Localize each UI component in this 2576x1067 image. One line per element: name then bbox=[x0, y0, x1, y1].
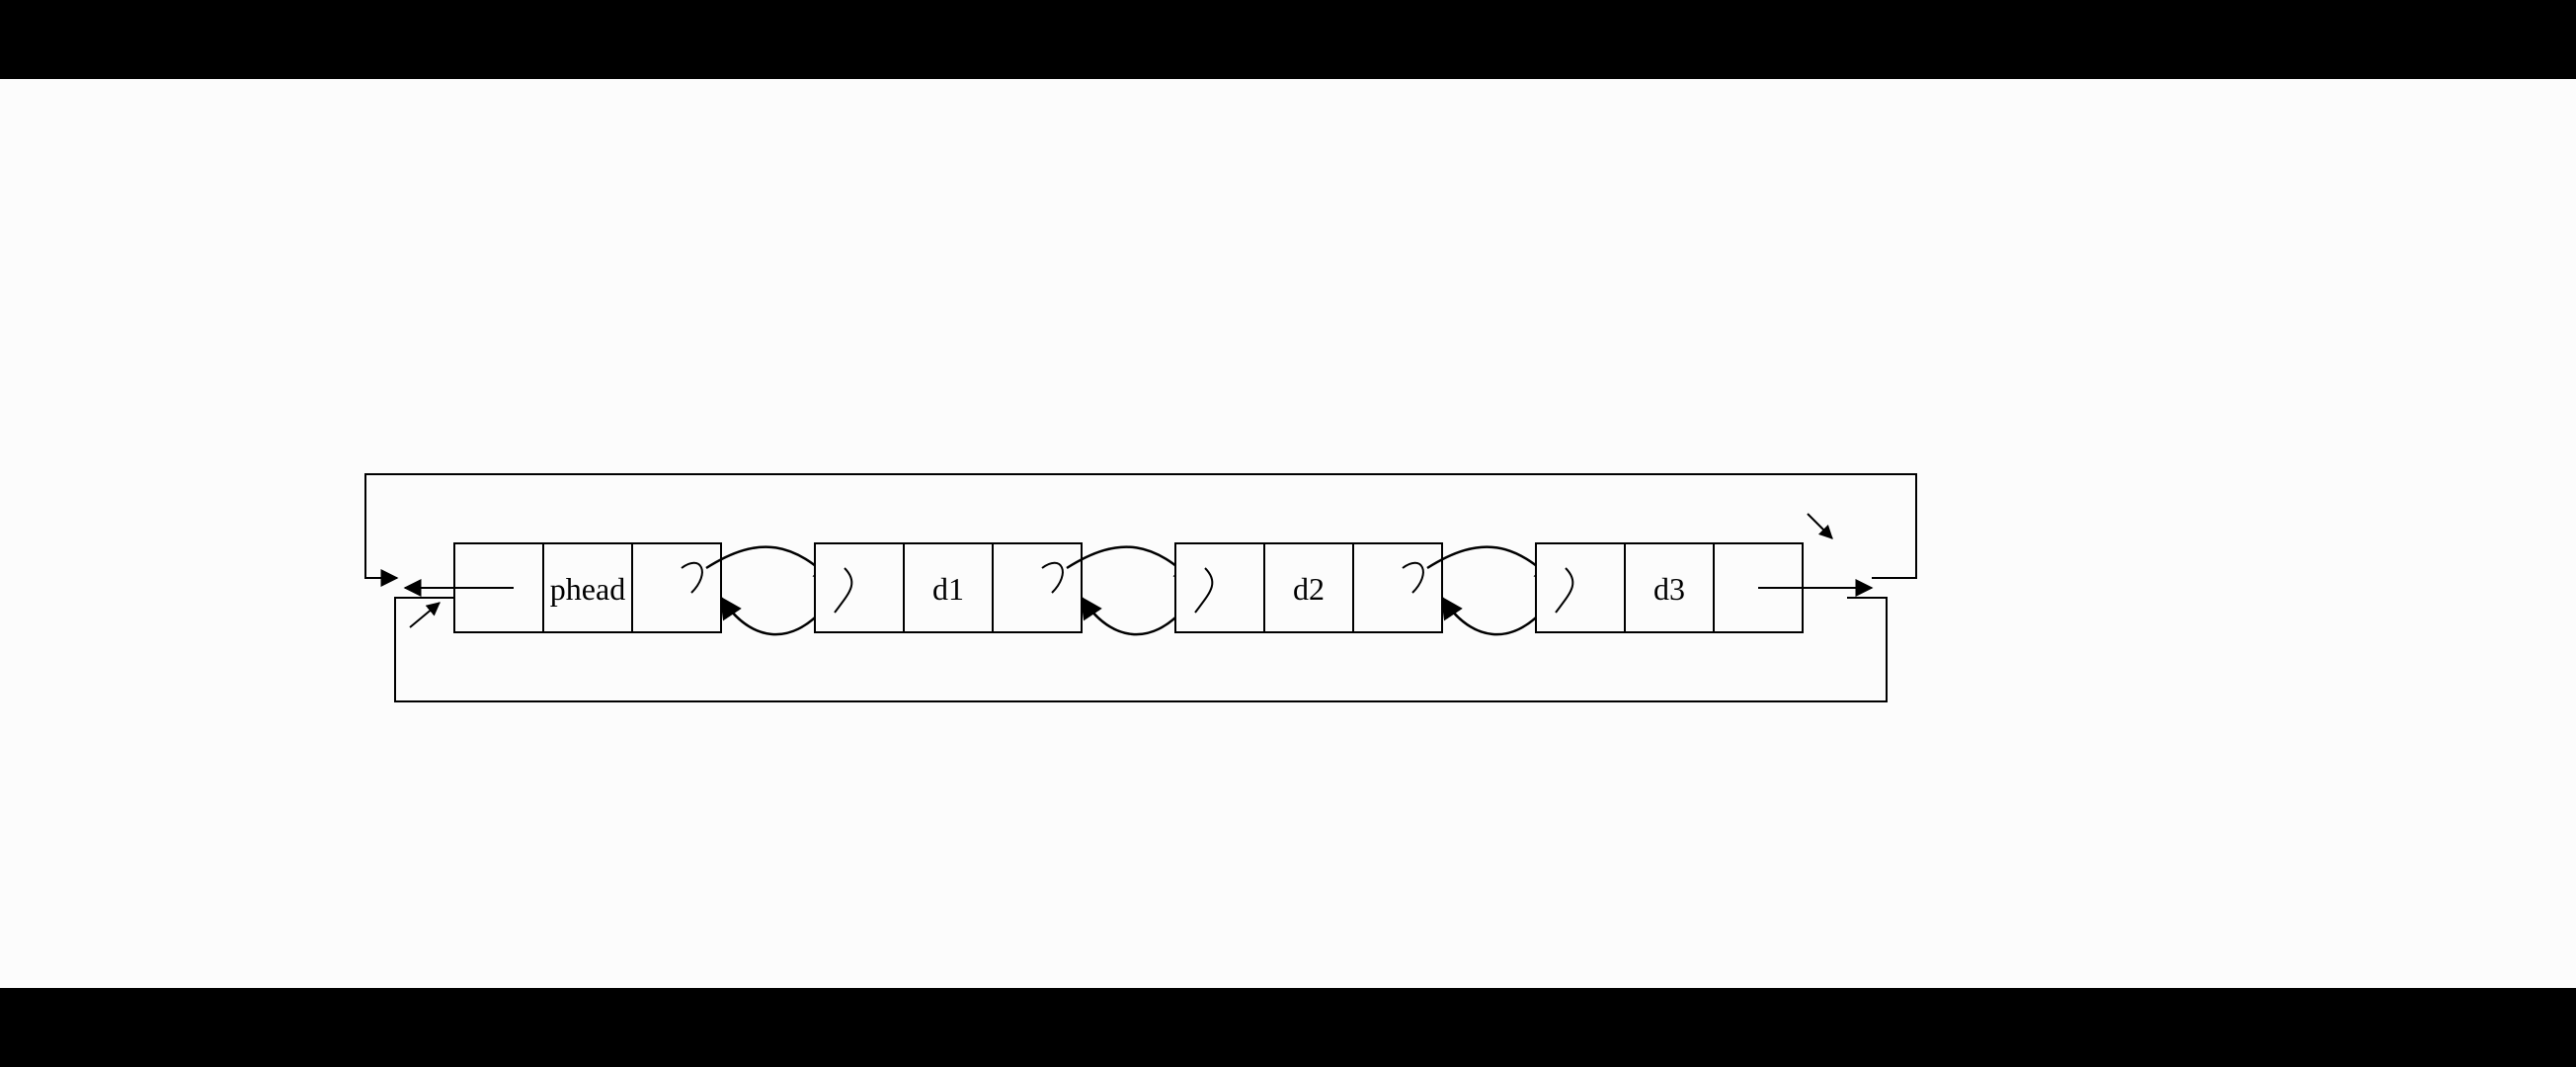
node-phead: phead bbox=[454, 543, 721, 632]
node-label-d2: d2 bbox=[1293, 571, 1325, 607]
node-label-phead: phead bbox=[550, 571, 625, 607]
linked-list-svg: phead d1 bbox=[0, 79, 2576, 988]
node-label-d3: d3 bbox=[1653, 571, 1685, 607]
wrap-top-entry-tick bbox=[1808, 514, 1832, 538]
node-d2: d2 bbox=[1175, 543, 1442, 632]
node-d3: d3 bbox=[1536, 543, 1803, 632]
diagram-canvas: phead d1 bbox=[0, 79, 2576, 988]
wrap-bottom-entry-tick bbox=[410, 603, 440, 627]
node-label-d1: d1 bbox=[932, 571, 964, 607]
node-d1: d1 bbox=[815, 543, 1082, 632]
